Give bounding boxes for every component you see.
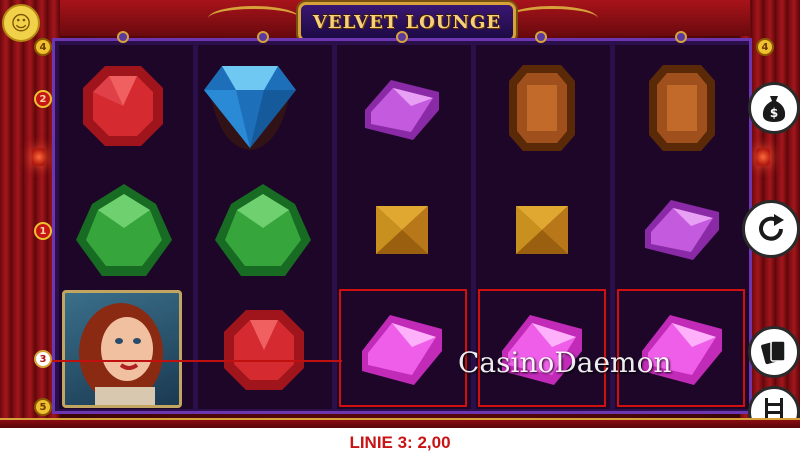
money-bag-icon: $ bbox=[762, 96, 786, 122]
symbol-gold-pyramid bbox=[352, 180, 452, 280]
frame-stud bbox=[396, 31, 408, 43]
left-curtain bbox=[0, 0, 60, 430]
payline-badge-1[interactable]: 1 bbox=[34, 222, 52, 240]
payline-badge-4[interactable]: 4 bbox=[34, 38, 52, 56]
watermark: CasinoDaemon bbox=[458, 346, 672, 379]
cards-icon bbox=[761, 340, 786, 365]
payline-badge-4-right[interactable]: 4 bbox=[756, 38, 774, 56]
symbol-brown-gem bbox=[632, 58, 732, 158]
frame-stud bbox=[535, 31, 547, 43]
symbol-green-gem bbox=[213, 180, 313, 280]
frame-stud bbox=[257, 31, 269, 43]
wall-lamp-right bbox=[756, 148, 770, 166]
frame-stud bbox=[117, 31, 129, 43]
payline-badge-5[interactable]: 5 bbox=[34, 398, 52, 416]
symbol-purple-crystal bbox=[632, 180, 732, 280]
symbol-green-gem bbox=[74, 180, 174, 280]
gold-ornament-left bbox=[208, 6, 300, 31]
svg-text:$: $ bbox=[770, 106, 778, 120]
symbol-red-gem bbox=[73, 56, 173, 156]
gamble-cards-button[interactable] bbox=[748, 326, 800, 378]
symbol-red-gem bbox=[214, 300, 314, 400]
spin-button[interactable] bbox=[742, 200, 800, 258]
payline-3-indicator bbox=[48, 360, 342, 362]
payline-badge-2[interactable]: 2 bbox=[34, 90, 52, 108]
symbol-brown-gem bbox=[492, 58, 592, 158]
spin-icon bbox=[759, 214, 784, 241]
win-highlight-reel-3 bbox=[339, 289, 467, 407]
status-bar: LINIE 3: 2,00 bbox=[0, 428, 800, 458]
sun-smiley-icon: ☺ bbox=[2, 4, 40, 42]
payline-badge-3[interactable]: 3 bbox=[34, 350, 52, 368]
status-separator bbox=[0, 418, 800, 428]
game-title: VELVET LOUNGE bbox=[312, 11, 502, 33]
woman-portrait-symbol bbox=[62, 290, 182, 408]
symbol-blue-diamond bbox=[200, 52, 300, 152]
symbol-purple-crystal bbox=[352, 60, 452, 160]
paytable-button[interactable]: $ bbox=[748, 82, 800, 134]
wall-lamp-left bbox=[32, 148, 46, 166]
gold-ornament-right bbox=[506, 6, 598, 31]
symbol-gold-pyramid bbox=[492, 180, 592, 280]
game-stage: VELVET LOUNGE ☺ 4 2 1 3 5 4 $ CasinoDaem… bbox=[0, 0, 800, 458]
win-line-status: LINIE 3: 2,00 bbox=[349, 433, 451, 452]
frame-stud bbox=[675, 31, 687, 43]
